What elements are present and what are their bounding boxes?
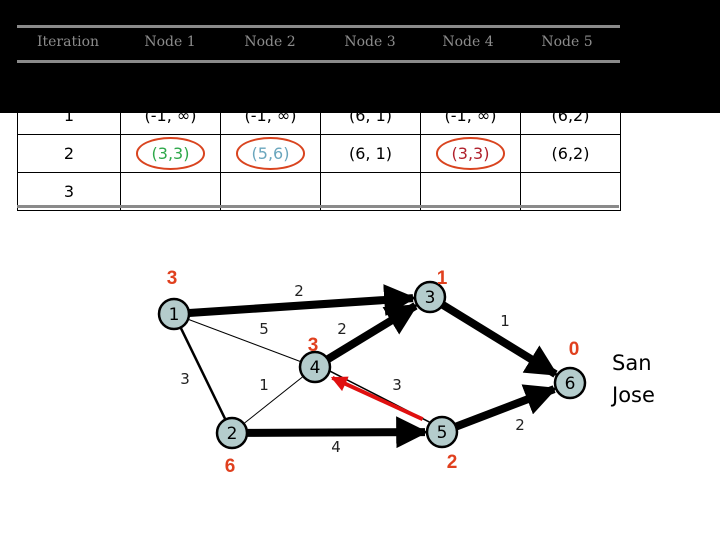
edge-weight-5-6: 2 — [515, 416, 525, 434]
node-5-distance: 2 — [447, 452, 458, 473]
edge-3-6 — [440, 301, 559, 378]
edge-weight-2-4: 1 — [259, 376, 269, 394]
node-4-distance: 3 — [308, 335, 319, 356]
edge-weight-1-4: 5 — [259, 320, 269, 338]
destination-city-label: San Jose — [612, 347, 655, 411]
edge-2-4 — [243, 375, 304, 425]
city-line-1: San — [612, 351, 652, 375]
node-id-label: 3 — [425, 288, 436, 308]
node-1-distance: 3 — [167, 268, 178, 289]
edge-weight-2-5: 4 — [331, 438, 341, 456]
node-id-label: 4 — [310, 358, 321, 378]
node-id-label: 5 — [437, 423, 448, 443]
node-id-label: 6 — [565, 374, 576, 394]
edge-weight-1-3: 2 — [294, 282, 304, 300]
highlighted-path-arrow — [330, 376, 424, 421]
edge-1-4 — [187, 318, 302, 363]
node-id-label: 2 — [227, 424, 238, 444]
edge-weight-5-4: 3 — [392, 376, 402, 394]
node-2: 2 — [215, 416, 249, 450]
node-2-distance: 6 — [225, 456, 236, 477]
edge-2-5 — [246, 416, 429, 449]
node-1: 1 — [157, 297, 191, 331]
city-line-2: Jose — [612, 383, 655, 407]
node-5: 5 — [425, 415, 459, 449]
edge-5-6 — [454, 384, 558, 431]
node-3-distance: 1 — [437, 268, 448, 289]
network-graph: 2532 11 342 123456 361320 — [157, 268, 587, 477]
edge-weight-4-3: 2 — [337, 320, 347, 338]
edge-1-3 — [188, 284, 417, 317]
edge-weight-1-2: 3 — [180, 370, 190, 388]
node-6: 6 — [553, 366, 587, 400]
edge-weight-3-6: 1 — [500, 312, 510, 330]
node-6-distance: 0 — [569, 339, 580, 360]
node-id-label: 1 — [169, 305, 180, 325]
node-4: 4 — [298, 350, 332, 384]
